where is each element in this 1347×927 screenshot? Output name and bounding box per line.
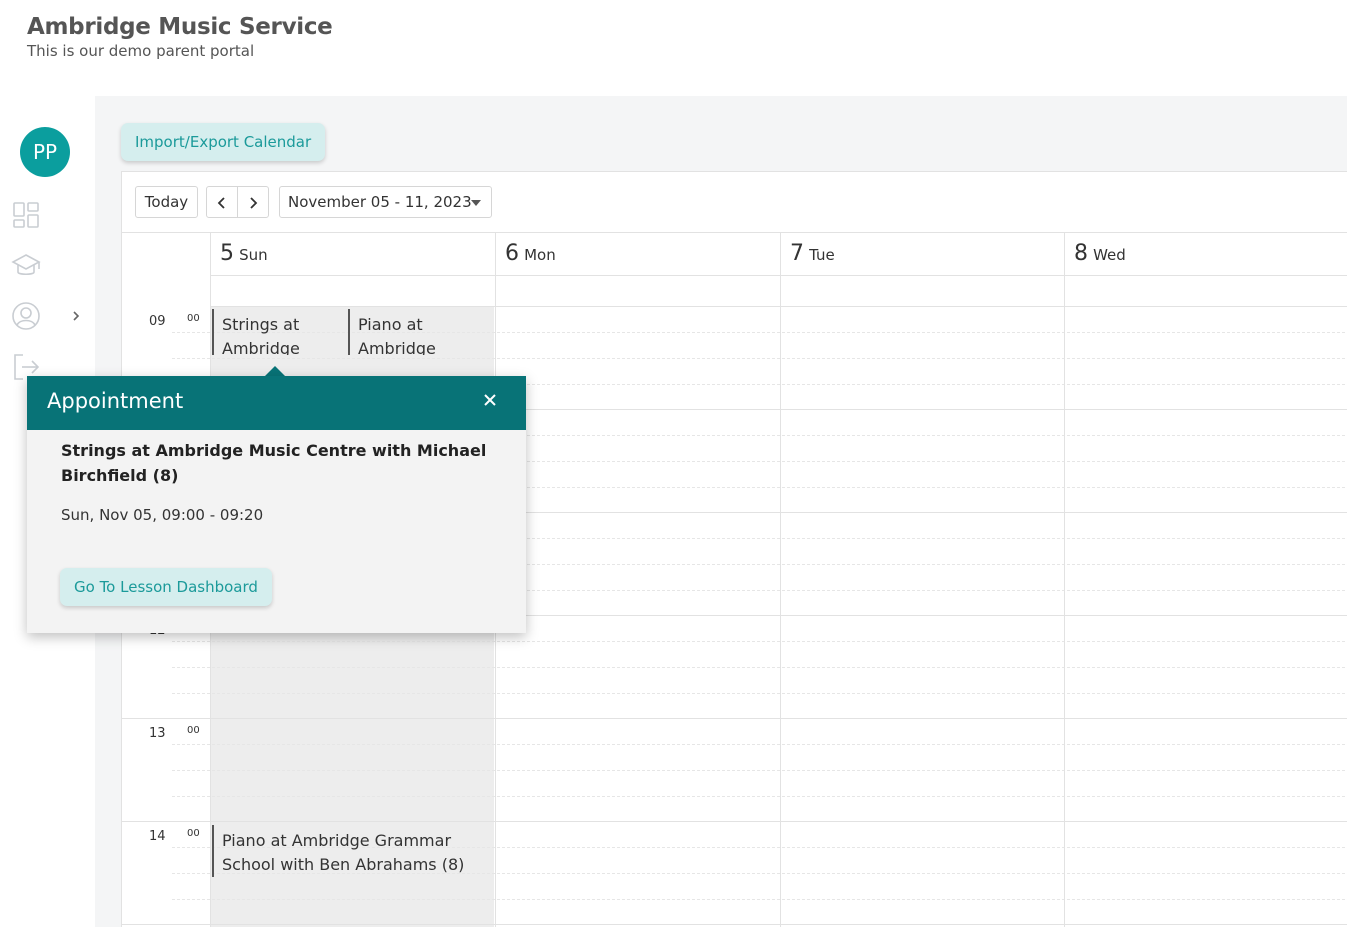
graduation-cap-icon[interactable] <box>11 250 41 280</box>
calendar-toolbar: Today November 05 - 11, 2023 <box>122 172 1347 233</box>
user-profile-icon[interactable] <box>11 301 41 331</box>
close-button[interactable] <box>480 391 500 411</box>
day-header-tue[interactable]: 7 Tue <box>780 233 1064 276</box>
event-piano-grammar-school[interactable]: Piano at Ambridge Grammar School with Be… <box>212 825 487 877</box>
appointment-popup: Appointment Strings at Ambridge Music Ce… <box>27 376 526 633</box>
popup-header: Appointment <box>27 376 526 430</box>
today-button[interactable]: Today <box>135 186 198 218</box>
chevron-left-icon <box>217 196 225 209</box>
all-day-row <box>210 276 1347 307</box>
appointment-time: Sun, Nov 05, 09:00 - 09:20 <box>61 506 264 524</box>
popup-pointer <box>265 366 285 376</box>
avatar[interactable]: PP <box>20 127 70 177</box>
day-header-wed[interactable]: 8 Wed <box>1064 233 1347 276</box>
day-header-mon[interactable]: 6 Mon <box>495 233 780 276</box>
appointment-subject: Strings at Ambridge Music Centre with Mi… <box>61 441 487 485</box>
date-range-selector[interactable]: November 05 - 11, 2023 <box>279 186 492 218</box>
chevron-right-icon[interactable] <box>69 308 83 322</box>
close-icon <box>484 393 496 406</box>
day-headers: 5 Sun 6 Mon 7 Tue 8 Wed <box>210 233 1347 276</box>
hour-row-13: 13 00 <box>122 719 1347 822</box>
chevron-right-icon <box>250 196 258 209</box>
app-title: Ambridge Music Service <box>27 14 333 40</box>
previous-week-button[interactable] <box>206 186 238 218</box>
dashboard-icon[interactable] <box>11 200 41 230</box>
import-export-calendar-button[interactable]: Import/Export Calendar <box>121 123 326 161</box>
popup-title: Appointment <box>47 389 184 413</box>
event-strings-ambridge[interactable]: Strings at Ambridge <box>212 309 344 355</box>
go-to-lesson-dashboard-button[interactable]: Go To Lesson Dashboard <box>60 568 272 606</box>
date-range-label: November 05 - 11, 2023 <box>288 193 472 211</box>
next-week-button[interactable] <box>237 186 269 218</box>
day-header-sun[interactable]: 5 Sun <box>210 233 495 276</box>
app-header: Ambridge Music Service This is our demo … <box>0 0 1347 96</box>
app-subtitle: This is our demo parent portal <box>27 42 255 60</box>
caret-down-icon <box>471 200 481 206</box>
event-piano-ambridge[interactable]: Piano at Ambridge <box>348 309 488 355</box>
